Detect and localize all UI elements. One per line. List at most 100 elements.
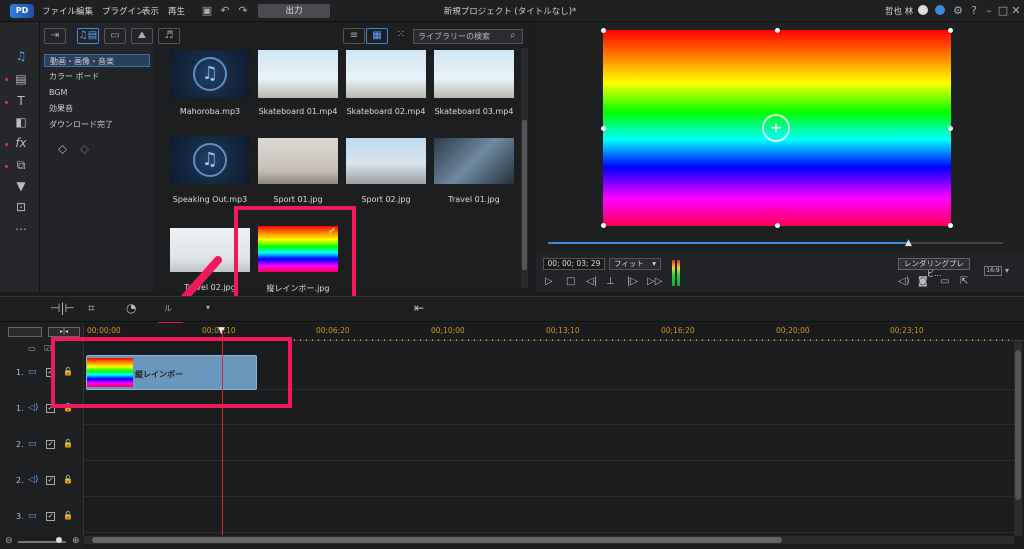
media-room-icon[interactable]: ♫ — [12, 48, 30, 64]
render-preview-button[interactable]: レンダリングプレビ... — [898, 258, 970, 278]
more-icon[interactable]: ⋯ — [12, 221, 30, 237]
volume-icon[interactable]: ◁) — [898, 276, 910, 287]
crop-icon[interactable]: ⌗ — [88, 301, 95, 316]
chevron-down-icon[interactable]: ▾ — [1005, 266, 1009, 275]
track-enable-checkbox[interactable]: ✓ — [46, 440, 55, 449]
snapshot-icon[interactable]: ◙ — [918, 276, 928, 287]
playhead-line[interactable] — [222, 330, 223, 535]
lock-icon[interactable]: 🔓 — [63, 511, 73, 520]
next-frame-icon[interactable]: |▷ — [627, 276, 638, 287]
timeline-vscroll-thumb[interactable] — [1015, 350, 1021, 500]
resize-handle[interactable] — [775, 28, 780, 33]
search-icon[interactable]: ⌕ — [510, 30, 516, 41]
maximize-icon[interactable]: □ — [996, 4, 1010, 18]
list-view-icon[interactable]: ≡ — [343, 28, 365, 44]
thumb-speaking-out[interactable]: ♫ — [170, 136, 250, 184]
export-icon[interactable]: ⇤ — [414, 301, 424, 315]
transition-icon[interactable]: ◧ — [12, 114, 30, 130]
output-button[interactable]: 出力 — [258, 4, 330, 18]
timeline-hscroll[interactable] — [84, 536, 1014, 544]
tag-remove-icon[interactable]: ⬦ — [80, 142, 89, 157]
resize-handle[interactable] — [601, 28, 606, 33]
lock-icon[interactable]: 🔓 — [63, 475, 73, 484]
thumb-mahoroba[interactable]: ♫ — [170, 50, 250, 98]
resize-handle[interactable] — [948, 28, 953, 33]
chevron-down-icon[interactable]: ▾ — [206, 303, 210, 312]
user-name[interactable]: 哲也 林 — [885, 5, 913, 17]
timeline-hscroll-thumb[interactable] — [92, 537, 782, 543]
seek-handle[interactable]: ▲ — [905, 238, 912, 248]
fx-icon[interactable]: fx — [12, 135, 30, 151]
track-view-button[interactable] — [8, 327, 42, 337]
media-filter-image[interactable]: ⛰ — [131, 28, 153, 44]
move-handle-icon[interactable]: + — [762, 114, 790, 142]
notification-icon[interactable] — [935, 5, 945, 15]
track-enable-checkbox[interactable]: ✓ — [46, 512, 55, 521]
category-bgm[interactable]: BGM — [44, 86, 150, 99]
category-media[interactable]: 動画・画像・音楽 — [44, 54, 150, 67]
thumb-skateboard-03[interactable] — [434, 50, 514, 98]
pip-icon[interactable]: ⧉ — [12, 157, 30, 173]
search-input[interactable]: ライブラリーの検索 — [413, 29, 523, 44]
undo-icon[interactable]: ↶ — [218, 4, 232, 18]
resize-handle[interactable] — [601, 126, 606, 131]
lock-icon[interactable]: 🔓 — [63, 439, 73, 448]
thumb-sport-01[interactable] — [258, 138, 338, 184]
thumb-travel-01[interactable] — [434, 138, 514, 184]
timecode-display[interactable]: 00; 00; 03; 29 — [543, 258, 605, 270]
resize-handle[interactable] — [601, 223, 606, 228]
category-downloads[interactable]: ダウンロード完了 — [44, 118, 150, 131]
color-board-icon[interactable]: ▤ — [12, 71, 30, 87]
save-icon[interactable]: ▣ — [200, 4, 214, 18]
tool-label[interactable]: ル — [164, 303, 172, 314]
large-grid-icon[interactable]: ⁙ — [390, 28, 412, 44]
title-room-icon[interactable]: T — [12, 93, 30, 109]
menu-view[interactable]: 表示 — [142, 5, 159, 17]
menu-playback[interactable]: 再生 — [168, 5, 185, 17]
media-scrollbar-thumb[interactable] — [522, 120, 527, 270]
resize-handle[interactable] — [775, 223, 780, 228]
play-icon[interactable]: ▷ — [545, 276, 553, 287]
fit-timeline-button[interactable]: ▸|◂ — [48, 327, 80, 337]
category-color-board[interactable]: カラー ボード — [44, 70, 150, 83]
menu-plugin[interactable]: プラグイン — [102, 5, 145, 17]
media-filter-audio[interactable]: ♬ — [158, 28, 180, 44]
category-sfx[interactable]: 効果音 — [44, 102, 150, 115]
split-tool-icon[interactable]: ⊣|⊢ — [50, 301, 75, 315]
track-audio-2[interactable] — [84, 462, 1014, 497]
zoom-slider-handle[interactable] — [56, 537, 62, 543]
menu-file[interactable]: ファイル — [42, 5, 76, 17]
zoom-fit-select[interactable]: フィット ▾ — [609, 258, 661, 270]
thumb-skateboard-02[interactable] — [346, 50, 426, 98]
media-filter-all[interactable]: ♫▤ — [77, 28, 99, 44]
track-view-icon[interactable]: ▭ — [28, 344, 36, 353]
avatar[interactable] — [918, 5, 928, 15]
track-video-2[interactable] — [84, 426, 1014, 461]
zoom-out-icon[interactable]: ⊖ — [5, 536, 13, 546]
track-enable-checkbox[interactable]: ✓ — [46, 476, 55, 485]
menu-edit[interactable]: 編集 — [76, 5, 93, 17]
subtitle-preview-icon[interactable]: ▭ — [940, 276, 949, 287]
grid-view-icon[interactable]: ▦ — [366, 28, 388, 44]
split-icon[interactable]: ⊥ — [606, 276, 615, 287]
prev-frame-icon[interactable]: ◁| — [586, 276, 597, 287]
aspect-ratio-select[interactable]: 16:9 — [984, 266, 1002, 276]
thumb-sport-02[interactable] — [346, 138, 426, 184]
thumb-skateboard-01[interactable] — [258, 50, 338, 98]
redo-icon[interactable]: ↷ — [236, 4, 250, 18]
subtitle-icon[interactable]: ⊡ — [12, 199, 30, 215]
tag-add-icon[interactable]: ⬦ — [58, 142, 67, 157]
particle-icon[interactable]: ▼ — [12, 178, 30, 194]
gear-icon[interactable]: ⚙ — [951, 4, 965, 18]
resize-handle[interactable] — [948, 223, 953, 228]
zoom-in-icon[interactable]: ⊕ — [72, 536, 80, 546]
help-icon[interactable]: ? — [967, 4, 981, 18]
minimize-icon[interactable]: – — [982, 4, 996, 18]
close-icon[interactable]: ✕ — [1009, 4, 1023, 18]
speed-icon[interactable]: ◔ — [126, 301, 136, 315]
fast-forward-icon[interactable]: ▷▷ — [647, 276, 662, 287]
resize-handle[interactable] — [948, 126, 953, 131]
undock-icon[interactable]: ⇱ — [960, 276, 968, 287]
import-icon[interactable]: ⇥ — [44, 28, 66, 44]
stop-icon[interactable]: □ — [566, 276, 575, 287]
